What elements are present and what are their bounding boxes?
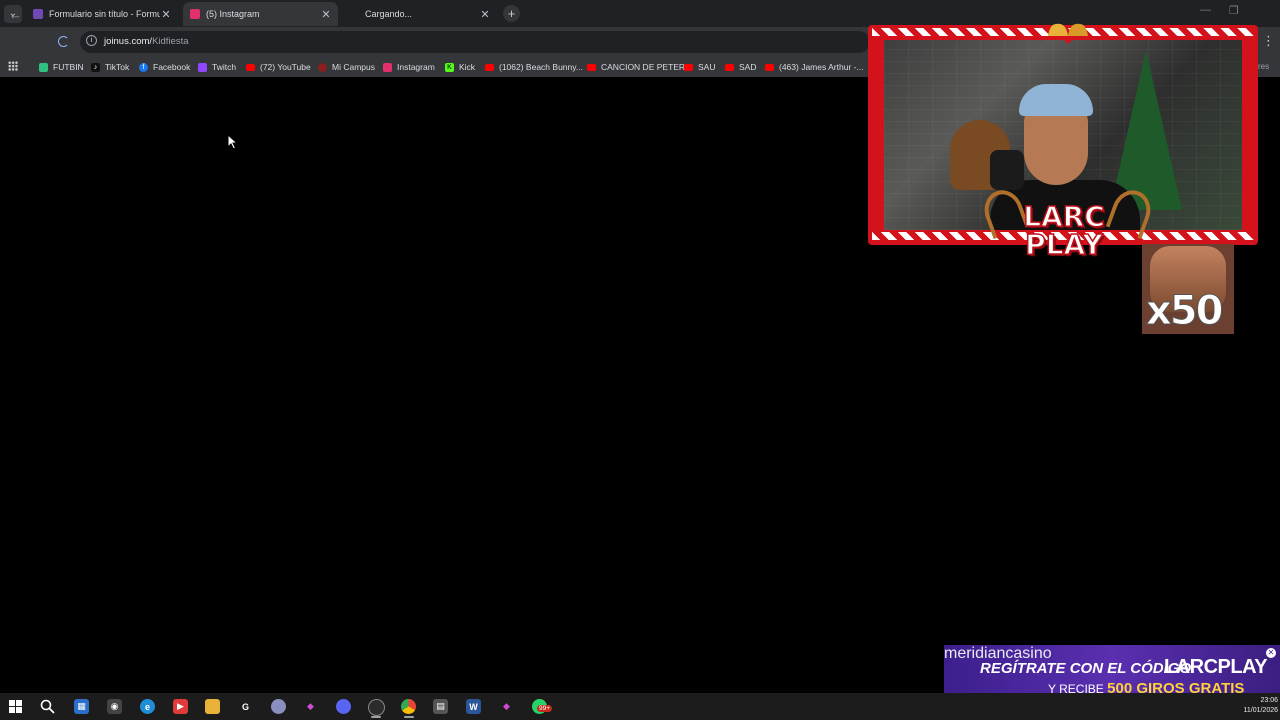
calculator-icon[interactable]: ▤ xyxy=(433,699,448,714)
discord-icon[interactable] xyxy=(336,699,351,714)
close-tab-icon[interactable]: ✕ xyxy=(479,8,491,21)
youtube-icon xyxy=(485,63,494,71)
youtube-icon xyxy=(725,63,734,71)
bookmark-tiktok[interactable]: ♪ TikTok xyxy=(91,60,129,74)
url-text[interactable]: joinus.com/Kidfiesta xyxy=(104,36,189,47)
forward-icon[interactable]: → xyxy=(33,7,46,22)
chrome-icon[interactable] xyxy=(401,699,416,714)
word-icon[interactable]: W xyxy=(466,699,481,714)
close-tab-icon[interactable]: ✕ xyxy=(160,8,172,21)
bookmark-sad[interactable]: SAD xyxy=(725,60,756,74)
futbin-icon xyxy=(39,62,48,72)
folder-icon[interactable] xyxy=(205,699,220,714)
mouse-cursor-icon xyxy=(227,134,239,150)
multiplier-text: x50 xyxy=(1145,288,1223,335)
bookmark-cancion-de-peter[interactable]: CANCION DE PETER xyxy=(587,60,685,74)
bookmark-james-arthur[interactable]: (463) James Arthur -... xyxy=(765,60,864,74)
bookmark-instagram[interactable]: Instagram xyxy=(383,60,435,74)
red-app-icon[interactable]: ▶ xyxy=(173,699,188,714)
youtube-icon xyxy=(587,63,596,71)
cat-icon[interactable]: ◉ xyxy=(107,699,122,714)
back-icon[interactable]: ← xyxy=(9,7,22,22)
store-icon[interactable]: ▦ xyxy=(74,699,89,714)
browser-menu-icon[interactable]: ⋮ xyxy=(1262,33,1275,49)
address-bar[interactable] xyxy=(80,31,870,53)
youtube-icon xyxy=(684,63,693,71)
tiktok-icon: ♪ xyxy=(91,62,100,72)
bookmark-twitch[interactable]: Twitch xyxy=(198,60,236,74)
twitch-icon xyxy=(198,62,207,72)
christmas-bells-icon xyxy=(1048,23,1088,44)
app-icon[interactable] xyxy=(271,699,286,714)
apps-grid-icon[interactable] xyxy=(8,61,18,71)
notification-badge: 99+ xyxy=(537,705,553,712)
youtube-icon xyxy=(765,63,774,71)
campus-icon xyxy=(318,62,327,72)
new-tab-button[interactable]: + xyxy=(503,5,520,22)
search-icon[interactable] xyxy=(40,699,55,714)
bookmark-youtube[interactable]: (72) YouTube xyxy=(246,60,311,74)
bookmarks-overflow[interactable]: res xyxy=(1258,62,1269,71)
youtube-icon xyxy=(246,63,255,71)
bookmark-mi-campus[interactable]: Mi Campus xyxy=(318,60,375,74)
windows-taskbar xyxy=(0,693,1280,720)
microphone xyxy=(990,150,1024,190)
streamer-cap xyxy=(1019,84,1093,116)
bookmark-facebook[interactable]: f Facebook xyxy=(139,60,190,74)
g-icon[interactable]: G xyxy=(238,699,253,714)
facebook-icon: f xyxy=(139,62,148,72)
active-app-indicator xyxy=(371,716,381,718)
instagram-icon xyxy=(190,9,200,19)
minimize-icon[interactable]: — xyxy=(1200,4,1211,16)
bookmark-sau[interactable]: SAU xyxy=(684,60,715,74)
larcplay-logo: LARC PLAY xyxy=(1022,200,1105,261)
system-clock[interactable]: 23:06 11/01/2026 xyxy=(1232,696,1278,716)
edge-icon[interactable]: e xyxy=(140,699,155,714)
pink-app2-icon[interactable]: ◆ xyxy=(499,699,514,714)
active-app-indicator xyxy=(404,716,414,718)
instagram-icon xyxy=(383,62,392,72)
bookmark-kick[interactable]: K Kick xyxy=(445,60,475,74)
ad-headline: REGÍTRATE CON EL CÓDIGO xyxy=(980,660,1192,677)
loading-icon xyxy=(349,9,359,19)
windows-start-icon[interactable] xyxy=(9,700,22,713)
pink-app-icon[interactable]: ◆ xyxy=(303,699,318,714)
tab-cargando[interactable]: Cargando... ✕ xyxy=(342,2,497,26)
loading-spinner-icon[interactable] xyxy=(58,36,69,47)
restore-icon[interactable]: ❐ xyxy=(1229,4,1239,17)
bookmark-beach-bunny[interactable]: (1062) Beach Bunny... xyxy=(485,60,583,74)
close-tab-icon[interactable]: ✕ xyxy=(320,8,332,21)
kick-icon: K xyxy=(445,62,454,72)
tab-formulario[interactable]: Formulario sin título - Formula ✕ xyxy=(26,2,178,26)
bookmark-futbin[interactable]: FUTBIN xyxy=(39,60,84,74)
obs-icon[interactable] xyxy=(368,699,385,716)
site-info-icon[interactable]: i xyxy=(86,35,97,46)
ad-promo-code: LARCPLAY xyxy=(1164,656,1268,678)
close-icon[interactable]: ✕ xyxy=(1266,648,1276,658)
tab-instagram[interactable]: (5) Instagram ✕ xyxy=(183,2,338,26)
